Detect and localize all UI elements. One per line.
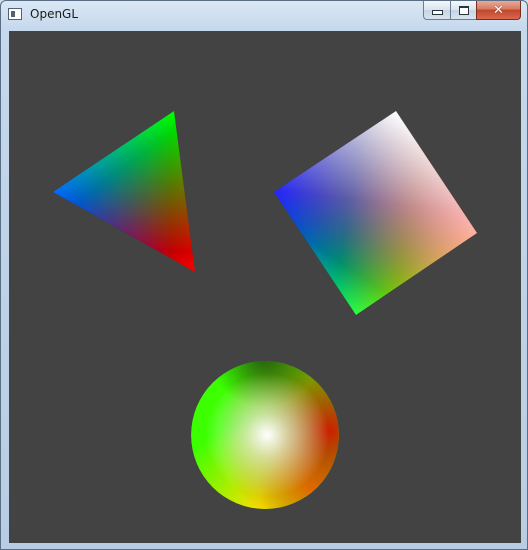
app-window-icon[interactable]: [8, 8, 22, 20]
minimize-button[interactable]: [423, 1, 450, 20]
shaded-sphere: [191, 361, 339, 509]
minimize-icon: [431, 10, 443, 15]
opengl-viewport[interactable]: [9, 31, 521, 543]
window-title: OpenGL: [30, 7, 79, 21]
render-canvas: [53, 111, 477, 509]
rgb-triangle: [53, 111, 195, 272]
app-window: OpenGL ✕: [0, 0, 528, 550]
title-bar[interactable]: OpenGL ✕: [1, 1, 527, 29]
close-icon: ✕: [493, 2, 504, 18]
close-button[interactable]: ✕: [476, 1, 521, 20]
maximize-button[interactable]: [450, 1, 476, 20]
gradient-square: [274, 111, 477, 315]
caption-buttons: ✕: [423, 1, 521, 21]
maximize-icon: [458, 5, 469, 15]
